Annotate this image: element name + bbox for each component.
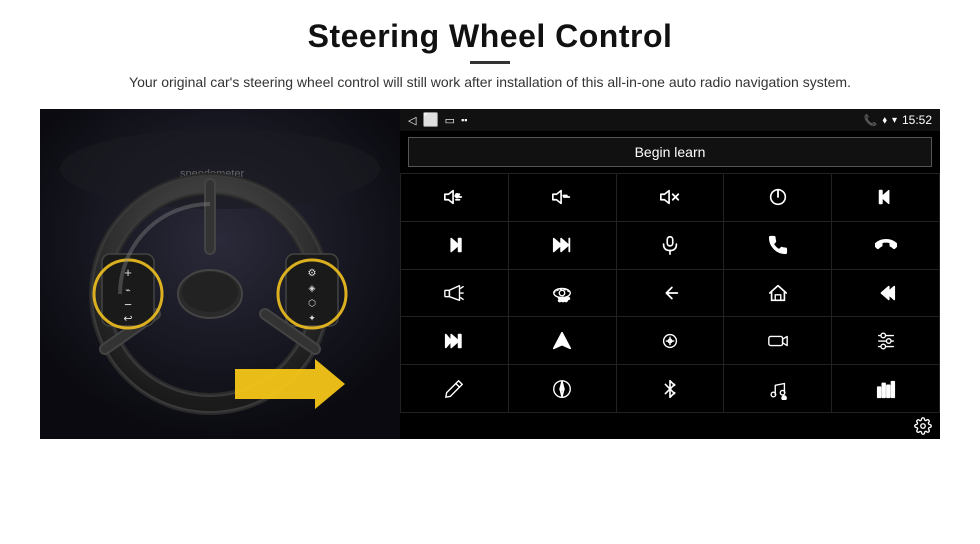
svg-text:+: + [455, 191, 459, 200]
page-wrapper: Steering Wheel Control Your original car… [0, 0, 980, 544]
phone-status-icon: 📞 [864, 114, 878, 127]
tuner-button[interactable] [832, 317, 939, 364]
settings-gear-icon [914, 417, 932, 435]
back-button[interactable] [617, 270, 724, 317]
back-nav-icon[interactable]: ◁ [408, 114, 416, 127]
svg-text:−: − [563, 191, 567, 200]
compass-button[interactable] [509, 365, 616, 412]
title-divider [470, 61, 510, 64]
next-track-button[interactable] [401, 317, 508, 364]
settings-button[interactable] [914, 417, 932, 435]
icon-grid: + − [400, 173, 940, 413]
equalizer-button[interactable] [617, 317, 724, 364]
phone-call-button[interactable] [724, 222, 831, 269]
fast-forward-button[interactable] [509, 222, 616, 269]
vol-up-button[interactable]: + [401, 174, 508, 221]
signal-icon: ▪▪ [461, 115, 467, 125]
equalizer-bars-button[interactable] [832, 365, 939, 412]
vol-down-button[interactable]: − [509, 174, 616, 221]
svg-text:⚙: ⚙ [308, 268, 317, 279]
svg-text:360°: 360° [559, 297, 570, 303]
svg-text:⬡: ⬡ [308, 298, 316, 308]
skip-forward-button[interactable] [401, 222, 508, 269]
svg-text:⌁: ⌁ [125, 285, 130, 295]
status-bar: ◁ ⬜ ▭ ▪▪ 📞 ⬧ ▾ 15:52 [400, 109, 940, 131]
wifi-status-icon: ▾ [892, 115, 897, 126]
horn-button[interactable] [401, 270, 508, 317]
skip-start-button[interactable] [832, 270, 939, 317]
begin-learn-area: Begin learn [400, 131, 940, 173]
status-right-icons: 📞 ⬧ ▾ 15:52 [864, 113, 932, 127]
bluetooth-button[interactable] [617, 365, 724, 412]
svg-text:−: − [124, 297, 132, 312]
power-button[interactable] [724, 174, 831, 221]
time-display: 15:52 [902, 113, 932, 127]
home-nav-icon[interactable]: ⬜ [422, 112, 438, 128]
location-status-icon: ⬧ [882, 115, 887, 126]
music-settings-button[interactable]: ⚙ [724, 365, 831, 412]
svg-text:✦: ✦ [308, 313, 316, 323]
360-camera-button[interactable]: 360° [509, 270, 616, 317]
status-nav-icons: ◁ ⬜ ▭ ▪▪ [408, 112, 467, 128]
subtitle: Your original car's steering wheel contr… [129, 72, 851, 93]
title-section: Steering Wheel Control Your original car… [129, 18, 851, 93]
svg-text:↩: ↩ [123, 313, 132, 325]
begin-learn-button[interactable]: Begin learn [408, 137, 932, 167]
android-panel: ◁ ⬜ ▭ ▪▪ 📞 ⬧ ▾ 15:52 Begin learn [400, 109, 940, 439]
navigate-button[interactable] [509, 317, 616, 364]
pen-button[interactable] [401, 365, 508, 412]
steering-wheel-image: speedometer + ⌁ − [40, 109, 400, 439]
page-title: Steering Wheel Control [129, 18, 851, 55]
home-button[interactable] [724, 270, 831, 317]
content-area: speedometer + ⌁ − [40, 109, 940, 439]
settings-bar [400, 413, 940, 439]
microphone-button[interactable] [617, 222, 724, 269]
hang-up-button[interactable] [832, 222, 939, 269]
prev-track-end-button[interactable] [832, 174, 939, 221]
dashcam-button[interactable] [724, 317, 831, 364]
recent-nav-icon[interactable]: ▭ [445, 114, 455, 127]
svg-text:◈: ◈ [309, 283, 316, 293]
vol-mute-button[interactable] [617, 174, 724, 221]
svg-text:⚙: ⚙ [781, 395, 786, 400]
